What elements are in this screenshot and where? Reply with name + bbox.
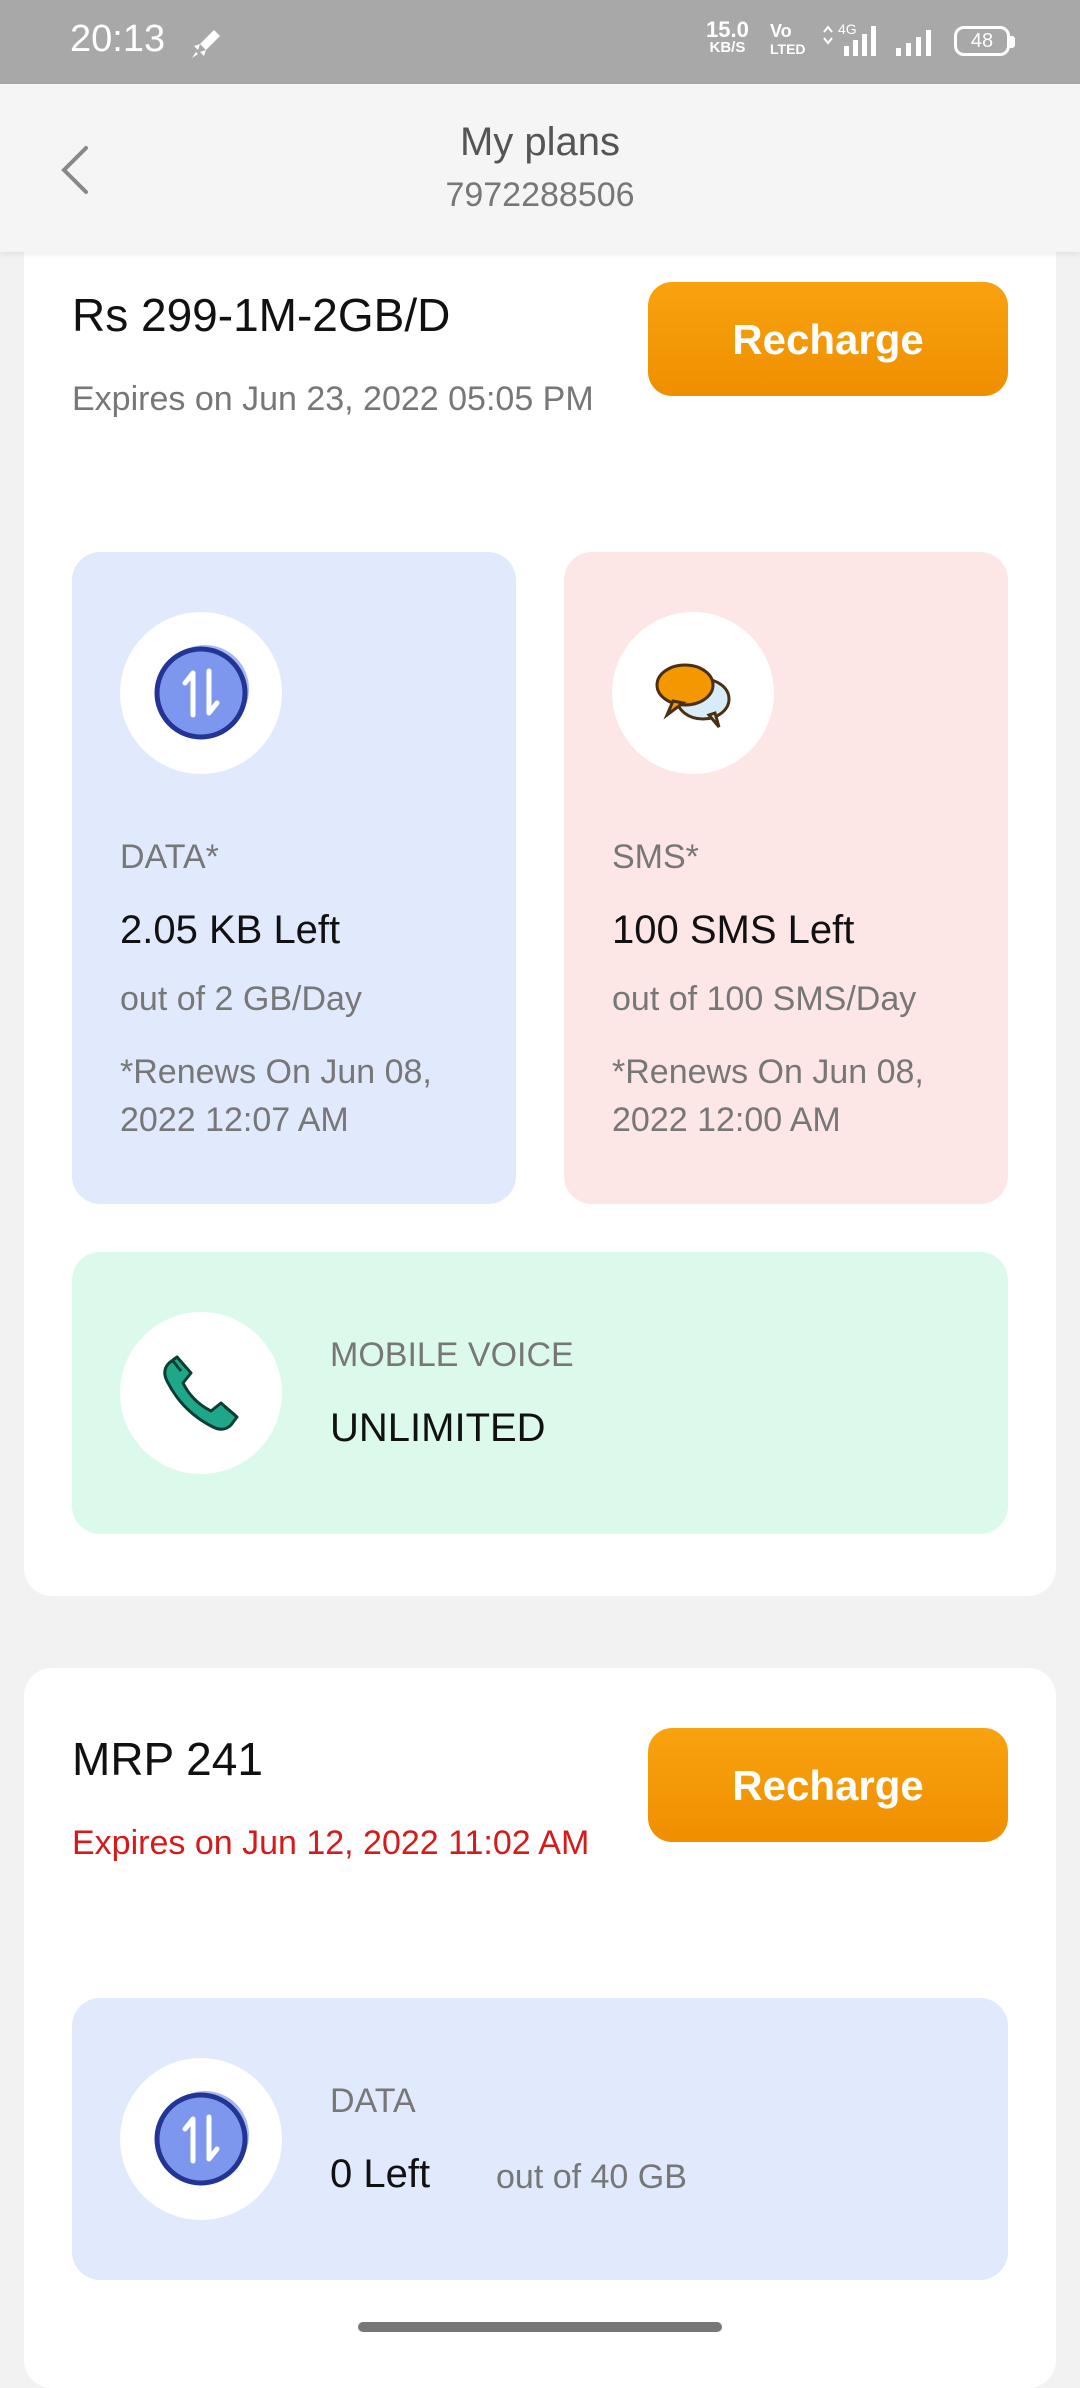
- data-quota: out of 40 GB: [496, 2158, 687, 2196]
- data-icon-circle: [120, 612, 282, 774]
- sms-icon-circle: [612, 612, 774, 774]
- voice-label: MOBILE VOICE: [330, 1336, 574, 1374]
- data-tile: DATA 0 Left out of 40 GB: [72, 1998, 1008, 2280]
- signal-4g-icon: 4G: [823, 22, 876, 56]
- sms-value: 100 SMS Left: [612, 908, 855, 952]
- data-value: 0 Left: [330, 2152, 431, 2196]
- volte-indicator: Vo LTED: [770, 21, 806, 57]
- plan-card: Rs 299-1M-2GB/D Expires on Jun 23, 2022 …: [24, 200, 1056, 1596]
- recharge-button[interactable]: Recharge: [648, 282, 1008, 396]
- status-bar: 20:13 15.0 KB/S Vo LTED 4G 48: [0, 0, 1080, 84]
- plan-card: MRP 241 Expires on Jun 12, 2022 11:02 AM…: [24, 1668, 1056, 2388]
- battery-tip: [1010, 36, 1015, 48]
- status-time: 20:13: [70, 18, 166, 60]
- data-label: DATA*: [120, 838, 219, 876]
- chat-bubbles-icon: [655, 663, 731, 728]
- data-transfer-icon: [154, 645, 249, 740]
- network-speed: 15.0 KB/S: [706, 17, 749, 56]
- data-quota: out of 2 GB/Day: [120, 980, 362, 1018]
- sms-tile: SMS* 100 SMS Left out of 100 SMS/Day *Re…: [564, 552, 1008, 1204]
- sms-label: SMS*: [612, 838, 699, 876]
- data-tile: DATA* 2.05 KB Left out of 2 GB/Day *Rene…: [72, 552, 516, 1204]
- recharge-button[interactable]: Recharge: [648, 1728, 1008, 1842]
- data-label: DATA: [330, 2082, 416, 2120]
- home-indicator[interactable]: [358, 2322, 722, 2332]
- sms-quota: out of 100 SMS/Day: [612, 980, 917, 1018]
- data-renew: *Renews On Jun 08, 2022 12:07 AM: [120, 1053, 432, 1139]
- plan-name: MRP 241: [72, 1733, 263, 1785]
- rocket-icon: [192, 30, 220, 58]
- page-title: My plans: [459, 120, 621, 164]
- phone-number: 7972288506: [445, 176, 635, 214]
- plan-name: Rs 299-1M-2GB/D: [72, 289, 451, 341]
- phone-icon: [163, 1355, 239, 1431]
- app-header: My plans 7972288506: [0, 84, 1080, 252]
- data-value: 2.05 KB Left: [120, 908, 341, 952]
- signal-icon: [896, 30, 931, 56]
- voice-value: UNLIMITED: [330, 1406, 546, 1450]
- battery-indicator: 48: [954, 26, 1010, 56]
- voice-tile: MOBILE VOICE UNLIMITED: [72, 1252, 1008, 1534]
- plan-expiry: Expires on Jun 12, 2022 11:02 AM: [72, 1824, 590, 1862]
- plan-expiry: Expires on Jun 23, 2022 05:05 PM: [72, 380, 594, 418]
- data-icon-circle: [120, 2058, 282, 2220]
- data-transfer-icon: [154, 2091, 249, 2186]
- svg-text:4G: 4G: [838, 22, 857, 37]
- voice-icon-circle: [120, 1312, 282, 1474]
- sms-renew: *Renews On Jun 08, 2022 12:00 AM: [612, 1053, 924, 1139]
